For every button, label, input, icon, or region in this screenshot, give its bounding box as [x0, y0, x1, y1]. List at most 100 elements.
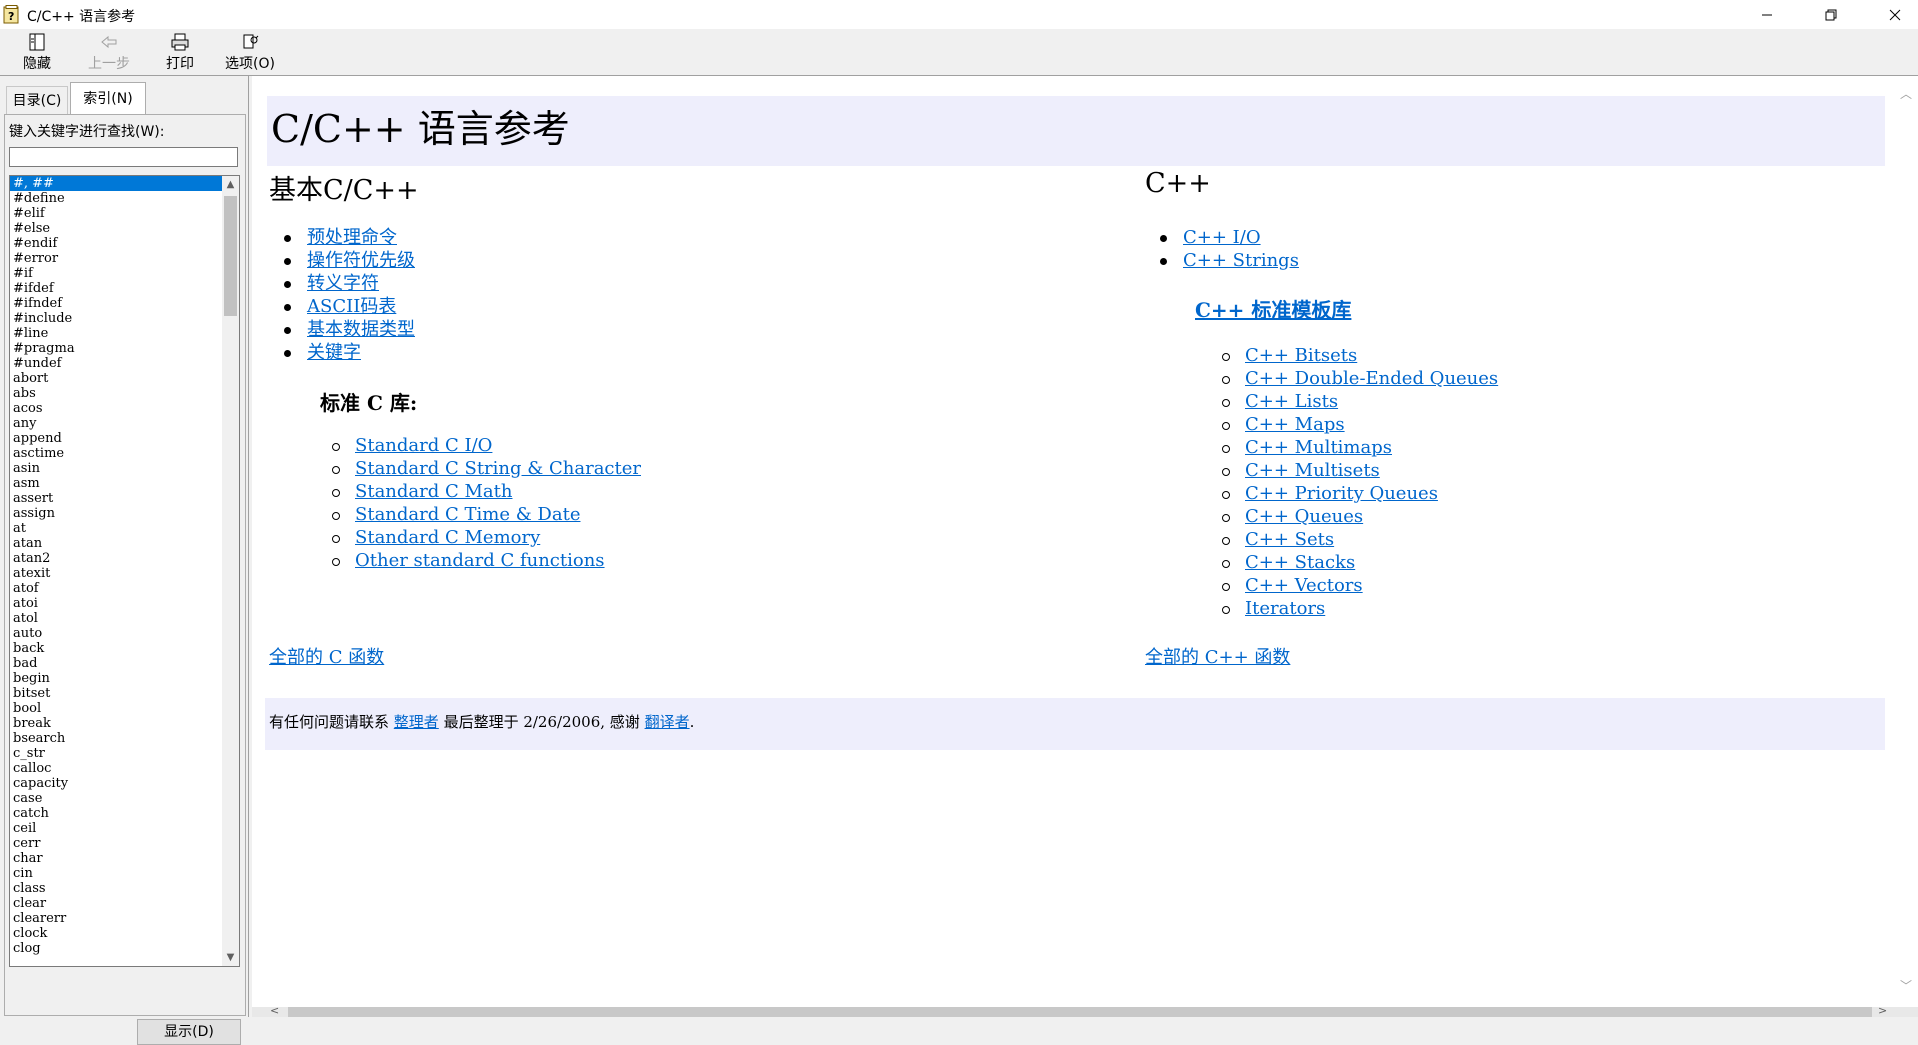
keyword-search-input[interactable]	[9, 147, 238, 167]
keyword-item[interactable]: asin	[10, 461, 222, 476]
scroll-left-arrow-icon[interactable]: <	[270, 1004, 279, 1017]
keyword-item[interactable]: bool	[10, 701, 222, 716]
keyword-item[interactable]: ceil	[10, 821, 222, 836]
keyword-item[interactable]: atol	[10, 611, 222, 626]
keyword-item[interactable]: break	[10, 716, 222, 731]
keyword-item[interactable]: capacity	[10, 776, 222, 791]
cpp-topic-link[interactable]: C++ Strings	[1183, 250, 1299, 271]
stl-topic-link[interactable]: C++ Multisets	[1245, 460, 1380, 481]
maintainer-link[interactable]: 整理者	[394, 713, 439, 731]
keyword-item[interactable]: atexit	[10, 566, 222, 581]
stdc-topic-link[interactable]: Standard C I/O	[355, 435, 492, 456]
keyword-item[interactable]: auto	[10, 626, 222, 641]
keyword-item[interactable]: bsearch	[10, 731, 222, 746]
stl-topic-link[interactable]: C++ Sets	[1245, 529, 1334, 550]
keyword-item[interactable]: atof	[10, 581, 222, 596]
stdc-topic-link[interactable]: Standard C Math	[355, 481, 512, 502]
keyword-item[interactable]: c_str	[10, 746, 222, 761]
options-button[interactable]: 选项(O)	[222, 31, 278, 75]
scroll-up-arrow-icon[interactable]: ︿	[1894, 84, 1918, 104]
stl-topic-link[interactable]: C++ Multimaps	[1245, 437, 1392, 458]
basic-topic-link[interactable]: 关键字	[307, 342, 361, 363]
keyword-item[interactable]: calloc	[10, 761, 222, 776]
stl-topic-link[interactable]: C++ Queues	[1245, 506, 1363, 527]
content-horizontal-scrollbar[interactable]: < >	[252, 1004, 1918, 1017]
keyword-item[interactable]: #line	[10, 326, 222, 341]
scroll-up-arrow-icon[interactable]: ▲	[222, 176, 239, 193]
keyword-item[interactable]: append	[10, 431, 222, 446]
keyword-item[interactable]: #include	[10, 311, 222, 326]
hscroll-thumb[interactable]	[288, 1007, 1872, 1017]
stl-heading-link[interactable]: C++ 标准模板库	[1195, 294, 1351, 323]
keyword-item[interactable]: catch	[10, 806, 222, 821]
keyword-item[interactable]: clog	[10, 941, 222, 956]
stl-topic-link[interactable]: C++ Priority Queues	[1245, 483, 1438, 504]
stdc-topic-link[interactable]: Standard C Memory	[355, 527, 540, 548]
keyword-item[interactable]: clearerr	[10, 911, 222, 926]
keyword-item[interactable]: abs	[10, 386, 222, 401]
keyword-item[interactable]: begin	[10, 671, 222, 686]
content-vertical-scrollbar[interactable]: ︿ ﹀	[1894, 76, 1918, 1007]
keyword-item[interactable]: char	[10, 851, 222, 866]
stl-topic-link[interactable]: C++ Lists	[1245, 391, 1338, 412]
minimize-button[interactable]	[1744, 0, 1790, 29]
keyword-item[interactable]: case	[10, 791, 222, 806]
scroll-right-arrow-icon[interactable]: >	[1878, 1004, 1887, 1017]
scroll-down-arrow-icon[interactable]: ﹀	[1894, 976, 1918, 996]
keyword-item[interactable]: back	[10, 641, 222, 656]
keyword-item[interactable]: #pragma	[10, 341, 222, 356]
keyword-item[interactable]: #error	[10, 251, 222, 266]
keyword-item[interactable]: acos	[10, 401, 222, 416]
keyword-item[interactable]: #ifndef	[10, 296, 222, 311]
keyword-list[interactable]: #, ## #define #elif #else #endif #error #if #if…	[9, 175, 240, 967]
keyword-item[interactable]: class	[10, 881, 222, 896]
keyword-item[interactable]: assign	[10, 506, 222, 521]
keyword-item[interactable]: abort	[10, 371, 222, 386]
basic-topic-link[interactable]: 操作符优先级	[307, 250, 415, 271]
keyword-item[interactable]: asm	[10, 476, 222, 491]
basic-topic-link[interactable]: 转义字符	[307, 273, 379, 294]
stl-topic-link[interactable]: C++ Double-Ended Queues	[1245, 368, 1498, 389]
keyword-list-scrollbar[interactable]: ▲ ▼	[222, 176, 239, 966]
keyword-item[interactable]: asctime	[10, 446, 222, 461]
keyword-item[interactable]: #else	[10, 221, 222, 236]
scrollbar-thumb[interactable]	[224, 196, 237, 316]
keyword-item[interactable]: #define	[10, 191, 222, 206]
keyword-item[interactable]: at	[10, 521, 222, 536]
show-button[interactable]: 显示(D)	[137, 1019, 241, 1045]
keyword-item[interactable]: #endif	[10, 236, 222, 251]
stdc-topic-link[interactable]: Other standard C functions	[355, 550, 605, 571]
tab-contents[interactable]: 目录(C)	[6, 86, 68, 115]
basic-topic-link[interactable]: 预处理命令	[307, 227, 397, 248]
keyword-item[interactable]: bitset	[10, 686, 222, 701]
stl-topic-link[interactable]: C++ Bitsets	[1245, 345, 1357, 366]
keyword-item[interactable]: cin	[10, 866, 222, 881]
keyword-item[interactable]: #if	[10, 266, 222, 281]
stl-topic-link[interactable]: C++ Stacks	[1245, 552, 1355, 573]
keyword-item[interactable]: #ifdef	[10, 281, 222, 296]
keyword-item[interactable]: #undef	[10, 356, 222, 371]
stl-topic-link[interactable]: C++ Vectors	[1245, 575, 1363, 596]
keyword-item[interactable]: any	[10, 416, 222, 431]
keyword-item[interactable]: assert	[10, 491, 222, 506]
keyword-item[interactable]: clock	[10, 926, 222, 941]
back-button[interactable]: 上一步	[82, 31, 136, 75]
tab-index[interactable]: 索引(N)	[70, 82, 146, 115]
keyword-item[interactable]: #, ##	[10, 176, 222, 191]
keyword-item[interactable]: clear	[10, 896, 222, 911]
stdc-topic-link[interactable]: Standard C String & Character	[355, 458, 641, 479]
translator-link[interactable]: 翻译者	[645, 713, 690, 731]
keyword-item[interactable]: cerr	[10, 836, 222, 851]
keyword-item[interactable]: atoi	[10, 596, 222, 611]
scroll-down-arrow-icon[interactable]: ▼	[222, 949, 239, 966]
stl-topic-link[interactable]: C++ Maps	[1245, 414, 1345, 435]
keyword-item[interactable]: atan2	[10, 551, 222, 566]
stdc-topic-link[interactable]: Standard C Time & Date	[355, 504, 580, 525]
restore-button[interactable]	[1808, 0, 1854, 29]
cpp-topic-link[interactable]: C++ I/O	[1183, 227, 1261, 248]
all-cpp-functions-link[interactable]: 全部的 C++ 函数	[1145, 643, 1290, 669]
close-button[interactable]	[1872, 0, 1918, 29]
basic-topic-link[interactable]: 基本数据类型	[307, 319, 415, 340]
basic-topic-link[interactable]: ASCII码表	[307, 296, 396, 317]
print-button[interactable]: 打印	[160, 31, 200, 75]
